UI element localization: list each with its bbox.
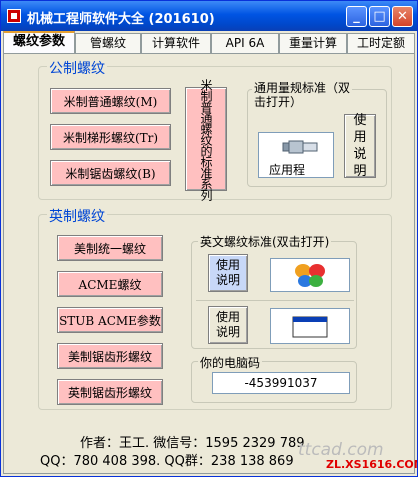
app-window: 机械工程师软件大全 (201610) _ □ ✕ 螺纹参数 管螺纹 计算软件 A… (0, 0, 418, 477)
imperial-thread-group: 英制螺纹 美制统一螺纹 ACME螺纹 STUB ACME参数 美制锯齿形螺纹 英… (38, 206, 392, 410)
maximize-button[interactable]: □ (369, 6, 390, 27)
metric-thread-title: 公制螺纹 (47, 58, 107, 78)
close-icon: ✕ (397, 9, 408, 24)
tab-thread-params[interactable]: 螺纹参数 (3, 31, 75, 54)
metric-thread-group: 公制螺纹 米制普通螺纹(M) 米制梯形螺纹(Tr) 米制锯齿螺纹(B) 米制普通… (38, 58, 392, 200)
metric-common-thread-button[interactable]: 米制普通螺纹(M) (50, 88, 171, 114)
english-std-help-label-2: 使用说明 (215, 310, 240, 339)
metric-standard-series-button[interactable]: 米制普通螺纹的标准系列 (185, 79, 227, 200)
tab-work-hours[interactable]: 工时定额 (347, 33, 415, 53)
tab-panel: 公制螺纹 米制普通螺纹(M) 米制梯形螺纹(Tr) 米制锯齿螺纹(B) 米制普通… (3, 53, 418, 474)
qq-line: QQ：780 408 398. QQ群：238 138 869 (40, 454, 294, 469)
watermark-url: ZL.XS1616.COM (326, 458, 418, 471)
gauge-help-button[interactable]: 使用说明 (344, 113, 376, 179)
title-bar[interactable]: 机械工程师软件大全 (201610) _ □ ✕ (1, 1, 417, 31)
window-title: 机械工程师软件大全 (201610) (27, 12, 215, 27)
tab-api-6a[interactable]: API 6A (211, 33, 279, 53)
english-std-divider (196, 300, 354, 301)
english-standard-label: 英文螺纹标准(双击打开) (198, 233, 332, 250)
machine-code-group: 你的电脑码 -453991037 (191, 354, 357, 403)
tab-weight-calc[interactable]: 重量计算 (279, 33, 347, 53)
tab-calc-software[interactable]: 计算软件 (141, 33, 211, 53)
acme-thread-button[interactable]: ACME螺纹 (57, 271, 163, 297)
machine-code-label: 你的电脑码 (198, 354, 263, 371)
imperial-thread-title: 英制螺纹 (47, 206, 107, 226)
stub-acme-button[interactable]: STUB ACME参数 (57, 307, 163, 333)
machine-code-field[interactable]: -453991037 (212, 372, 350, 394)
app-icon (7, 9, 21, 23)
metric-standard-series-label: 米制普通螺纹的标准系列 (199, 78, 213, 200)
uk-buttress-thread-button[interactable]: 英制锯齿形螺纹 (57, 379, 163, 405)
watermark-site: ttcad.com (298, 440, 384, 460)
window-app-icon (292, 316, 328, 338)
english-std-help-button-2[interactable]: 使用说明 (208, 306, 248, 344)
unified-thread-button[interactable]: 美制统一螺纹 (57, 235, 163, 261)
gauge-app-caption: 应用程 (269, 163, 306, 177)
gauge-plug-icon (282, 140, 318, 154)
us-buttress-thread-button[interactable]: 美制锯齿形螺纹 (57, 343, 163, 369)
minimize-button[interactable]: _ (346, 6, 367, 27)
window-app-box[interactable] (270, 308, 350, 344)
english-std-help-button-1[interactable]: 使用说明 (208, 254, 248, 292)
english-std-help-label-1: 使用说明 (215, 258, 240, 287)
gauge-app-box[interactable]: 应用程 (258, 132, 334, 178)
tab-pipe-thread[interactable]: 管螺纹 (75, 33, 141, 53)
maximize-icon: □ (373, 9, 386, 24)
gauge-standard-group: 通用量规标准（双击打开） 应用程 使用说明 (247, 81, 387, 187)
butterfly-logo-icon (295, 264, 325, 287)
close-button[interactable]: ✕ (392, 6, 413, 27)
metric-trapezoid-thread-button[interactable]: 米制梯形螺纹(Tr) (50, 124, 171, 150)
gauge-help-label: 使用说明 (353, 113, 367, 179)
tab-strip: 螺纹参数 管螺纹 计算软件 API 6A 重量计算 工时定额 (3, 31, 417, 54)
english-standard-group: 英文螺纹标准(双击打开) 使用说明 使用说明 (191, 233, 357, 349)
author-wechat-line: 作者：王工. 微信号：1595 2329 789 (80, 436, 305, 451)
msn-app-box[interactable] (270, 258, 350, 292)
minimize-icon: _ (353, 9, 360, 24)
gauge-standard-label: 通用量规标准（双击打开） (252, 81, 352, 109)
metric-buttress-thread-button[interactable]: 米制锯齿螺纹(B) (50, 160, 171, 186)
